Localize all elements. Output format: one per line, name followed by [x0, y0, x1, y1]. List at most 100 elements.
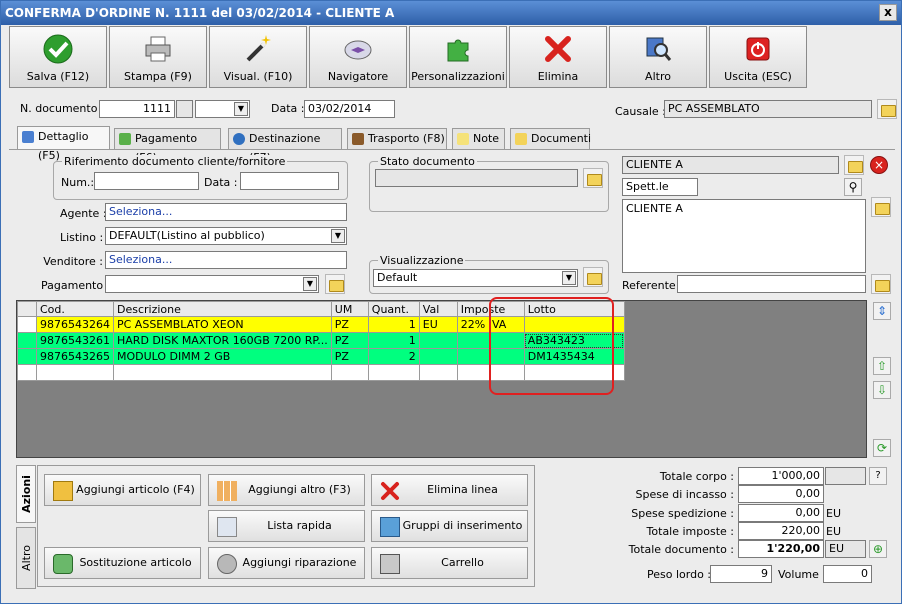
- cliente-name-input[interactable]: CLIENTE A: [622, 156, 839, 174]
- column-header[interactable]: Descrizione: [113, 301, 332, 317]
- spett-input[interactable]: Spett.le: [622, 178, 698, 196]
- person-search-icon[interactable]: ⚲: [844, 178, 862, 196]
- cell-cod[interactable]: 9876543261: [36, 332, 114, 349]
- zoom-icon[interactable]: ⊕: [869, 540, 887, 558]
- preview-button[interactable]: Visual. (F10): [209, 26, 307, 88]
- folder-icon: [515, 133, 527, 145]
- address-folder-button[interactable]: [871, 197, 891, 217]
- spese-incasso-value[interactable]: 0,00: [738, 485, 824, 503]
- cell-empty[interactable]: [330, 364, 369, 381]
- cell-empty[interactable]: [113, 364, 332, 381]
- agente-input[interactable]: Seleziona...: [105, 203, 347, 221]
- causale-input[interactable]: PC ASSEMBLATO: [664, 100, 872, 118]
- column-header[interactable]: UM: [330, 301, 369, 317]
- visualizzazione-value: Default: [377, 271, 418, 284]
- rif-data-input[interactable]: [240, 172, 339, 190]
- cell-um[interactable]: PZ: [330, 348, 369, 365]
- cell-um[interactable]: PZ: [330, 316, 369, 333]
- cell-desc[interactable]: PC ASSEMBLATO XEON: [113, 316, 332, 333]
- cell-val[interactable]: [418, 332, 458, 349]
- cell-cod[interactable]: 9876543264: [36, 316, 114, 333]
- tab-destinazione[interactable]: Destinazione (F7): [228, 128, 342, 164]
- pagamento-folder-button[interactable]: [325, 274, 345, 294]
- cell-cod[interactable]: 9876543265: [36, 348, 114, 365]
- truck-icon: [352, 133, 364, 145]
- save-button[interactable]: Salva (F12): [9, 26, 107, 88]
- other-button[interactable]: Altro: [609, 26, 707, 88]
- cart-button[interactable]: Carrello: [371, 547, 528, 579]
- venditore-input[interactable]: Seleziona...: [105, 251, 347, 269]
- visualizzazione-select[interactable]: Default ▼: [373, 269, 578, 287]
- cart-icon: [380, 554, 400, 574]
- replace-article-button[interactable]: Sostituzione articolo: [44, 547, 201, 579]
- delete-line-button[interactable]: Elimina linea: [371, 474, 528, 506]
- exit-button[interactable]: Uscita (ESC): [709, 26, 807, 88]
- volume-value[interactable]: 0: [823, 565, 872, 583]
- add-repair-button[interactable]: Aggiungi riparazione: [208, 547, 365, 579]
- print-label: Stampa (F9): [124, 70, 192, 83]
- column-header[interactable]: Cod.: [36, 301, 114, 317]
- group-add-icon: [380, 517, 400, 537]
- tab-trasporto-label: Trasporto (F8): [368, 132, 445, 145]
- listino-select[interactable]: DEFAULT(Listino al pubblico) ▼: [105, 227, 347, 245]
- vtab-altro[interactable]: Altro: [16, 527, 36, 589]
- pagamento-label: Pagamento :: [41, 279, 111, 292]
- tab-documenti[interactable]: Documenti: [510, 128, 592, 149]
- cliente-address-input[interactable]: CLIENTE A: [622, 199, 866, 273]
- tab-dettaglio[interactable]: Dettaglio (F5): [17, 126, 110, 162]
- arrow-down-icon[interactable]: ⇩: [873, 381, 891, 399]
- tab-note-label: Note: [473, 132, 500, 145]
- causale-folder-button[interactable]: [877, 99, 897, 119]
- close-button[interactable]: x: [879, 4, 897, 21]
- add-other-button[interactable]: Aggiungi altro (F3): [208, 474, 365, 506]
- referente-folder-button[interactable]: [871, 274, 891, 294]
- cell-desc[interactable]: HARD DISK MAXTOR 160GB 7200 RP...: [113, 332, 332, 349]
- tab-trasporto[interactable]: Trasporto (F8): [347, 128, 447, 149]
- articles-grid[interactable]: Cod. Descrizione UM Quant. Val Imposte L…: [16, 300, 867, 458]
- cell-qty[interactable]: 2: [367, 348, 420, 365]
- add-article-button[interactable]: Aggiungi articolo (F4): [44, 474, 201, 506]
- quick-list-button[interactable]: Lista rapida: [208, 510, 365, 542]
- totale-imposte-currency: EU: [826, 525, 842, 538]
- cell-empty[interactable]: [367, 364, 420, 381]
- ndoc-series-select[interactable]: ▼: [195, 100, 250, 118]
- customize-button[interactable]: Personalizzazioni: [409, 26, 507, 88]
- pagamento-select[interactable]: ▼: [105, 275, 319, 293]
- vtab-azioni[interactable]: Azioni: [16, 465, 36, 523]
- cell-qty[interactable]: 1: [367, 316, 420, 333]
- column-header[interactable]: Quant.: [367, 301, 420, 317]
- spese-spedizione-value[interactable]: 0,00: [738, 504, 824, 522]
- stato-input[interactable]: [375, 169, 578, 187]
- cell-empty[interactable]: [36, 364, 114, 381]
- visualizzazione-folder-button[interactable]: [583, 267, 603, 287]
- num-input[interactable]: [94, 172, 199, 190]
- cliente-remove-button[interactable]: ×: [870, 156, 888, 174]
- tab-pagamento[interactable]: Pagamento (F6): [114, 128, 221, 164]
- tab-note[interactable]: Note: [452, 128, 505, 149]
- cell-val[interactable]: [418, 348, 458, 365]
- arrows-updown-icon[interactable]: ⇕: [873, 302, 891, 320]
- totale-documento-label: Totale documento :: [628, 543, 734, 556]
- delete-button[interactable]: Elimina: [509, 26, 607, 88]
- navigator-button[interactable]: Navigatore: [309, 26, 407, 88]
- data-input[interactable]: 03/02/2014: [304, 100, 395, 118]
- ndoc-input[interactable]: 1111: [99, 100, 175, 118]
- add-repair-label: Aggiungi riparazione: [242, 556, 357, 569]
- cell-um[interactable]: PZ: [330, 332, 369, 349]
- column-header[interactable]: Val: [418, 301, 458, 317]
- peso-lordo-value[interactable]: 9: [710, 565, 772, 583]
- cell-val[interactable]: EU: [418, 316, 458, 333]
- cell-desc[interactable]: MODULO DIMM 2 GB: [113, 348, 332, 365]
- help-button[interactable]: ?: [869, 467, 887, 485]
- cliente-folder-button[interactable]: [844, 155, 864, 175]
- refresh-icon[interactable]: ⟳: [873, 439, 891, 457]
- print-button[interactable]: Stampa (F9): [109, 26, 207, 88]
- arrow-up-icon[interactable]: ⇧: [873, 357, 891, 375]
- cell-qty[interactable]: 1: [367, 332, 420, 349]
- ndoc-suffix-input[interactable]: [176, 100, 193, 118]
- insert-groups-button[interactable]: Gruppi di inserimento: [371, 510, 528, 542]
- tab-documenti-label: Documenti: [531, 132, 592, 145]
- referente-input[interactable]: [677, 275, 866, 293]
- cell-empty[interactable]: [418, 364, 458, 381]
- stato-folder-button[interactable]: [583, 168, 603, 188]
